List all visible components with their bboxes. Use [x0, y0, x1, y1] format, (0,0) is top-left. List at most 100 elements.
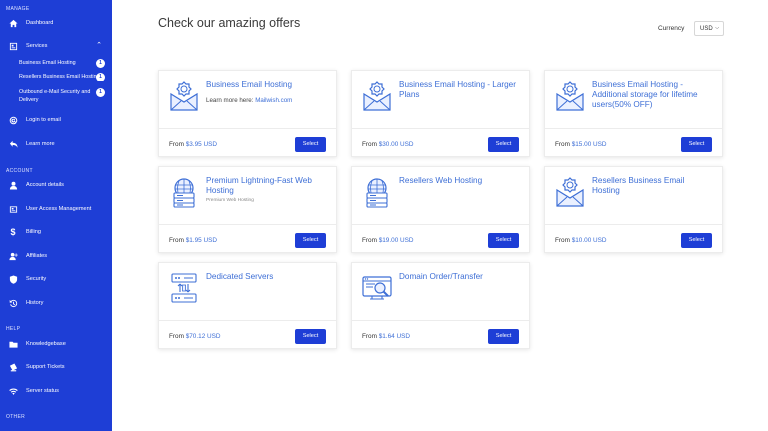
select-button[interactable]: Select: [295, 137, 326, 152]
offer-price: From $10.00 USD: [555, 237, 607, 244]
sidebar-item-label: History: [26, 300, 44, 306]
select-button[interactable]: Select: [488, 329, 519, 344]
divider: [159, 224, 336, 225]
offer-price: From $19.00 USD: [362, 237, 414, 244]
sidebar-item-support-tickets[interactable]: Support Tickets: [0, 359, 112, 375]
manage-heading: MANAGE: [6, 6, 30, 12]
price-amount: $1.95 USD: [185, 237, 217, 244]
domain-search-icon: [362, 276, 392, 300]
sidebar-item-dashboard[interactable]: Dashboard: [0, 15, 112, 31]
offer-price: From $70.12 USD: [169, 333, 221, 340]
currency-label: Currency: [658, 25, 685, 32]
offer-card: Premium Lightning-Fast Web Hosting Premi…: [158, 166, 337, 253]
sidebar-item-label: Server status: [26, 388, 59, 394]
divider: [159, 128, 336, 129]
sidebar-item-learn-more[interactable]: Learn more: [0, 136, 112, 152]
offer-subtitle: Premium Web Hosting: [206, 198, 254, 203]
sidebar-item-label: Learn more: [26, 141, 55, 147]
sidebar-item-security[interactable]: Security: [0, 271, 112, 287]
offer-price: From $1.95 USD: [169, 237, 217, 244]
sidebar: MANAGE Dashboard Services ⌃ Business Ema…: [0, 0, 112, 431]
offer-title: Resellers Web Hosting: [399, 176, 483, 185]
main-content: Check our amazing offers Currency USD ⌵ …: [112, 0, 768, 431]
help-heading: HELP: [6, 326, 21, 332]
sidebar-item-knowledgebase[interactable]: Knowledgebase: [0, 336, 112, 352]
offer-card: Domain Order/Transfer From $1.64 USD Sel…: [351, 262, 530, 349]
mailwish-link[interactable]: Mailwish.com: [255, 97, 292, 104]
sidebar-item-label: Knowledgebase: [26, 341, 66, 347]
price-amount: $70.12 USD: [185, 333, 221, 340]
select-button[interactable]: Select: [488, 233, 519, 248]
select-button[interactable]: Select: [488, 137, 519, 152]
count-badge: 1: [96, 88, 105, 97]
other-heading: OTHER: [6, 414, 25, 420]
server-icon: [173, 178, 195, 208]
user-icon: [8, 180, 18, 190]
email-icon: [170, 81, 198, 111]
select-button[interactable]: Select: [681, 233, 712, 248]
from-label: From: [555, 237, 570, 244]
sidebar-item-label: Login to email: [26, 117, 61, 123]
select-button[interactable]: Select: [295, 329, 326, 344]
price-amount: $15.00 USD: [571, 141, 607, 148]
offer-card: Dedicated Servers From $70.12 USD Select: [158, 262, 337, 349]
sidebar-item-user-access[interactable]: User Access Management: [0, 201, 112, 217]
sidebar-subitem-resellers-email[interactable]: Resellers Business Email Hosting 1: [0, 73, 112, 81]
from-label: From: [362, 333, 377, 340]
services-icon: [8, 41, 18, 51]
divider: [545, 128, 722, 129]
offer-title: Domain Order/Transfer: [399, 272, 483, 281]
sidebar-item-label: Dashboard: [26, 20, 54, 26]
sidebar-subitem-business-email[interactable]: Business Email Hosting 1: [0, 59, 112, 68]
offer-card: Resellers Business Email Hosting From $1…: [544, 166, 723, 253]
offer-card: Resellers Web Hosting From $19.00 USD Se…: [351, 166, 530, 253]
sidebar-item-server-status[interactable]: Server status: [0, 383, 112, 399]
from-label: From: [169, 333, 184, 340]
sidebar-item-label: Security: [26, 276, 47, 282]
rack-icon: [171, 273, 197, 303]
from-label: From: [555, 141, 570, 148]
count-badge: 1: [96, 73, 105, 81]
select-button[interactable]: Select: [681, 137, 712, 152]
offer-price: From $1.64 USD: [362, 333, 410, 340]
at-icon: [8, 115, 18, 125]
currency-select[interactable]: USD ⌵: [694, 21, 724, 36]
id-card-icon: [8, 204, 18, 214]
select-button[interactable]: Select: [295, 233, 326, 248]
user-plus-icon: [8, 251, 18, 261]
from-label: From: [362, 237, 377, 244]
sidebar-item-label: Billing: [26, 229, 41, 235]
currency-value: USD: [700, 25, 713, 32]
offer-description: Learn more here: Mailwish.com: [206, 97, 292, 104]
dollar-icon: $: [10, 227, 16, 237]
server-icon: [366, 178, 388, 208]
email-icon: [556, 177, 584, 207]
offer-title: Resellers Business Email Hosting: [592, 176, 685, 195]
ticket-icon: [8, 362, 18, 372]
email-icon: [556, 81, 584, 111]
sidebar-item-label: Services: [26, 43, 48, 49]
sidebar-subitem-label: Outbound e-Mail Security and Delivery: [19, 89, 91, 103]
sidebar-item-billing[interactable]: $ Billing: [0, 224, 112, 240]
from-label: From: [362, 141, 377, 148]
sidebar-item-history[interactable]: History: [0, 295, 112, 311]
count-badge: 1: [96, 59, 105, 68]
sidebar-item-services[interactable]: Services ⌃: [0, 38, 112, 54]
sidebar-subitem-outbound[interactable]: Outbound e-Mail Security and Delivery 1: [0, 88, 112, 104]
sidebar-item-affiliates[interactable]: Affiliates: [0, 248, 112, 264]
sidebar-item-account-details[interactable]: Account details: [0, 177, 112, 193]
undo-icon: [8, 139, 18, 149]
offer-title: Business Email Hosting: [206, 80, 293, 89]
folder-icon: [8, 339, 18, 349]
price-amount: $30.00 USD: [378, 141, 414, 148]
sidebar-subitem-label: Business Email Hosting: [19, 60, 76, 66]
sidebar-item-login-email[interactable]: Login to email: [0, 112, 112, 128]
offer-price: From $3.95 USD: [169, 141, 217, 148]
offer-title: Dedicated Servers: [206, 272, 274, 281]
page-title: Check our amazing offers: [158, 16, 301, 30]
sidebar-item-label: Support Tickets: [26, 364, 65, 370]
offer-card: Business Email Hosting Learn more here: …: [158, 70, 337, 157]
offer-title: Business Email Hosting - Larger Plans: [399, 80, 516, 99]
wifi-icon: [8, 386, 18, 396]
offer-price: From $30.00 USD: [362, 141, 414, 148]
